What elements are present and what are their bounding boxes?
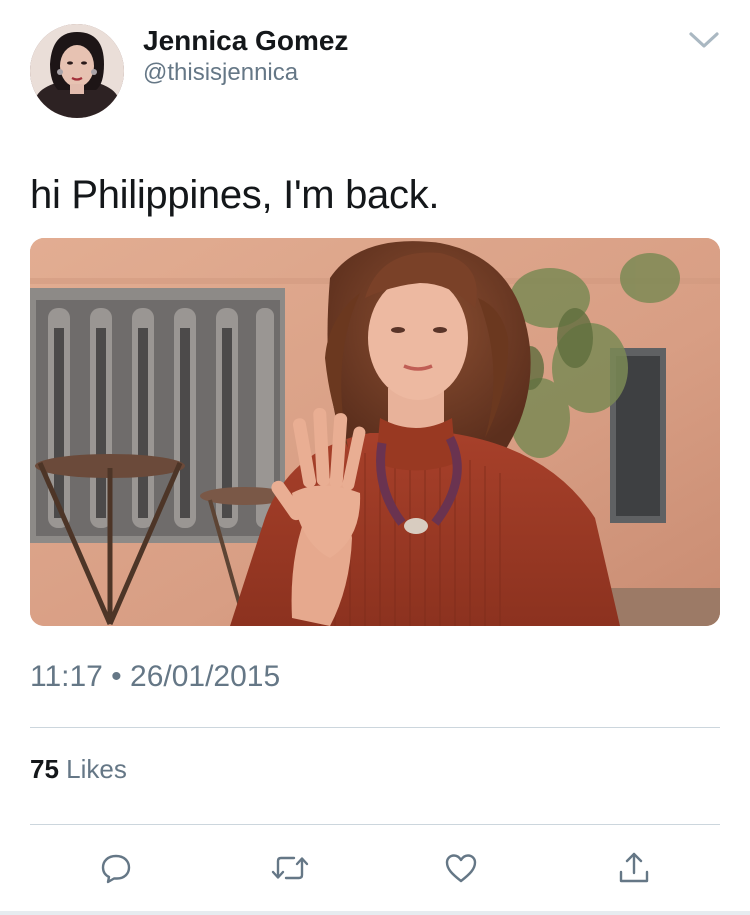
- share-button[interactable]: [609, 845, 659, 895]
- tweet-photo[interactable]: [30, 238, 720, 626]
- tweet-header: Jennica Gomez @thisisjennica: [30, 24, 720, 120]
- divider: [30, 727, 720, 728]
- tweet-text: hi Philippines, I'm back.: [30, 173, 440, 217]
- likes-label: Likes: [66, 754, 127, 784]
- tweet-timestamp[interactable]: 11:17 • 26/01/2015: [30, 658, 280, 696]
- reply-icon: [99, 851, 133, 890]
- likes-count: 75: [30, 754, 59, 784]
- like-button[interactable]: [436, 845, 486, 895]
- bottom-edge: [0, 911, 750, 915]
- likes-summary[interactable]: 75 Likes: [30, 752, 127, 786]
- author-handle[interactable]: @thisisjennica: [143, 58, 298, 88]
- chevron-down-icon[interactable]: [688, 28, 720, 52]
- tweet-actions: [0, 845, 750, 895]
- avatar[interactable]: [30, 24, 124, 118]
- divider: [30, 824, 720, 825]
- reply-button[interactable]: [91, 845, 141, 895]
- author-name[interactable]: Jennica Gomez: [143, 24, 348, 58]
- retweet-icon: [270, 851, 310, 890]
- share-icon: [617, 850, 651, 891]
- heart-icon: [444, 852, 478, 889]
- retweet-button[interactable]: [265, 845, 315, 895]
